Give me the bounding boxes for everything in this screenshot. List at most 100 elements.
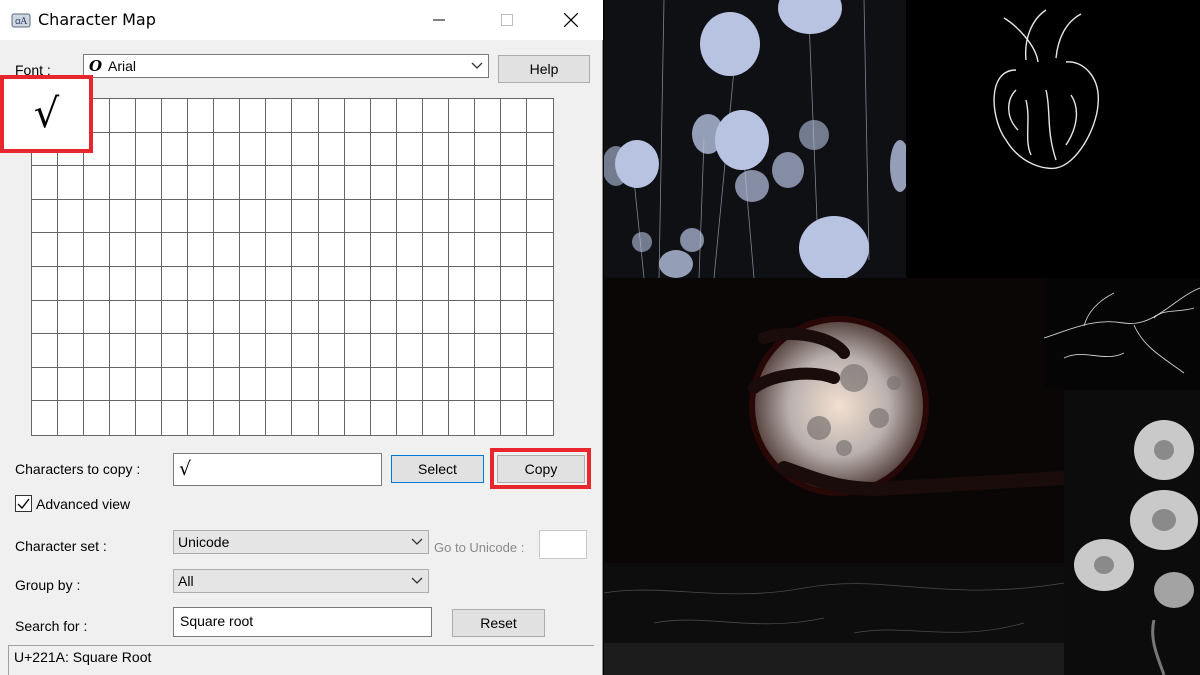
- grid-cell[interactable]: [370, 334, 397, 368]
- grid-cell[interactable]: [526, 200, 553, 234]
- grid-cell[interactable]: [345, 401, 371, 435]
- advanced-view-checkbox[interactable]: [15, 495, 32, 512]
- grid-cell[interactable]: [396, 334, 423, 368]
- grid-cell[interactable]: [240, 367, 267, 402]
- grid-cell[interactable]: [500, 334, 527, 368]
- grid-cell[interactable]: [240, 99, 267, 133]
- grid-cell[interactable]: [344, 199, 371, 234]
- grid-cell[interactable]: [292, 266, 319, 301]
- grid-cell[interactable]: [136, 367, 163, 402]
- grid-cell[interactable]: [32, 300, 59, 335]
- grid-cell[interactable]: [58, 266, 85, 301]
- grid-cell[interactable]: [162, 99, 189, 133]
- grid-cell[interactable]: [58, 233, 85, 267]
- grid-cell[interactable]: [162, 300, 189, 335]
- grid-cell[interactable]: [110, 367, 137, 402]
- grid-cell[interactable]: [162, 199, 189, 234]
- grid-cell[interactable]: [266, 99, 293, 133]
- grid-cell[interactable]: [422, 334, 449, 368]
- grid-cell[interactable]: [500, 300, 527, 335]
- grid-cell[interactable]: [162, 401, 189, 435]
- grid-cell[interactable]: [32, 266, 59, 301]
- grid-cell[interactable]: [526, 301, 553, 335]
- grid-cell[interactable]: [214, 266, 241, 301]
- go-to-unicode-input[interactable]: [539, 530, 587, 559]
- grid-cell[interactable]: [266, 300, 293, 335]
- grid-cell[interactable]: [344, 367, 371, 402]
- grid-cell[interactable]: [84, 266, 111, 301]
- grid-cell[interactable]: [448, 266, 475, 301]
- grid-cell[interactable]: [32, 233, 59, 267]
- grid-cell[interactable]: [84, 401, 111, 435]
- grid-cell[interactable]: [448, 367, 475, 402]
- grid-cell[interactable]: [396, 199, 423, 234]
- grid-cell[interactable]: [422, 99, 449, 133]
- grid-cell[interactable]: [136, 166, 163, 200]
- grid-cell[interactable]: [58, 401, 85, 435]
- grid-cell[interactable]: [110, 99, 137, 133]
- group-by-dropdown[interactable]: All: [173, 569, 429, 593]
- grid-cell[interactable]: [422, 199, 449, 234]
- grid-cell[interactable]: [188, 166, 215, 200]
- grid-cell[interactable]: [526, 267, 553, 301]
- grid-cell[interactable]: [526, 368, 553, 402]
- grid-cell[interactable]: [448, 300, 475, 335]
- grid-cell[interactable]: [474, 266, 501, 301]
- grid-cell[interactable]: [526, 166, 553, 200]
- grid-cell[interactable]: [292, 300, 319, 335]
- grid-cell[interactable]: [474, 166, 501, 200]
- grid-cell[interactable]: [396, 367, 423, 402]
- grid-cell[interactable]: [526, 233, 553, 267]
- grid-cell[interactable]: [474, 334, 501, 368]
- grid-cell[interactable]: [319, 401, 345, 435]
- grid-cell[interactable]: [240, 300, 267, 335]
- grid-cell[interactable]: [214, 166, 241, 200]
- title-bar[interactable]: ꭤA Character Map: [0, 0, 603, 40]
- grid-cell[interactable]: [136, 99, 163, 133]
- grid-cell[interactable]: [318, 233, 345, 267]
- grid-cell[interactable]: [344, 166, 371, 200]
- grid-cell[interactable]: [292, 233, 319, 267]
- grid-cell[interactable]: [500, 266, 527, 301]
- grid-cell[interactable]: [58, 199, 85, 234]
- grid-cell[interactable]: [266, 233, 293, 267]
- characters-to-copy-input[interactable]: √: [173, 453, 382, 486]
- grid-cell[interactable]: [136, 266, 163, 301]
- grid-cell[interactable]: [266, 166, 293, 200]
- help-button[interactable]: Help: [498, 55, 590, 83]
- grid-cell[interactable]: [448, 199, 475, 234]
- grid-cell[interactable]: [84, 166, 111, 200]
- grid-cell[interactable]: [32, 334, 59, 368]
- grid-cell[interactable]: [370, 300, 397, 335]
- grid-cell[interactable]: [501, 401, 527, 435]
- grid-cell[interactable]: [240, 233, 267, 267]
- minimize-button[interactable]: [416, 0, 462, 40]
- grid-cell[interactable]: [188, 132, 215, 167]
- grid-cell[interactable]: [240, 199, 267, 234]
- grid-cell[interactable]: [110, 300, 137, 335]
- grid-cell[interactable]: [448, 334, 475, 368]
- grid-cell[interactable]: [344, 99, 371, 133]
- grid-cell[interactable]: [214, 367, 241, 402]
- grid-cell[interactable]: [474, 132, 501, 167]
- grid-cell[interactable]: [474, 99, 501, 133]
- grid-cell[interactable]: [32, 199, 59, 234]
- grid-cell[interactable]: [344, 334, 371, 368]
- grid-cell[interactable]: [396, 300, 423, 335]
- grid-cell[interactable]: [188, 401, 215, 435]
- select-button[interactable]: Select: [391, 455, 484, 483]
- grid-cell[interactable]: [110, 132, 137, 167]
- character-set-dropdown[interactable]: Unicode: [173, 530, 429, 554]
- grid-cell[interactable]: [370, 99, 397, 133]
- grid-cell[interactable]: [266, 334, 293, 368]
- grid-cell[interactable]: [188, 99, 215, 133]
- grid-cell[interactable]: [474, 199, 501, 234]
- grid-cell[interactable]: [422, 300, 449, 335]
- grid-cell[interactable]: [318, 266, 345, 301]
- font-dropdown[interactable]: O Arial: [83, 54, 489, 78]
- grid-cell[interactable]: [396, 266, 423, 301]
- grid-cell[interactable]: [162, 166, 189, 200]
- grid-cell[interactable]: [474, 367, 501, 402]
- grid-cell[interactable]: [266, 132, 293, 167]
- grid-cell[interactable]: [396, 166, 423, 200]
